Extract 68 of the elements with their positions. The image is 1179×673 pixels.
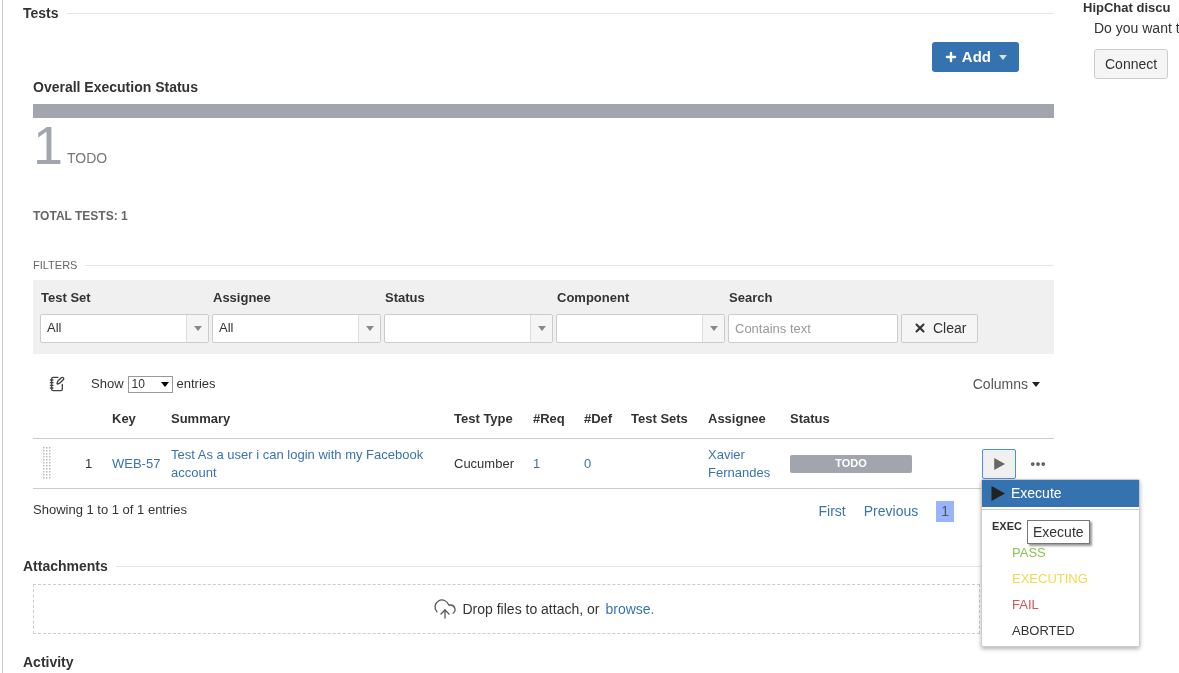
key-link[interactable]: WEB-57 xyxy=(112,454,171,473)
filter-label: Component xyxy=(557,288,631,307)
column-header: #Req xyxy=(533,409,566,428)
menu-item[interactable]: FAIL xyxy=(982,596,1139,614)
menu-header: EXEC xyxy=(992,519,1022,533)
activity-title: Activity xyxy=(23,653,75,672)
drop-zone[interactable]: Drop files to attach, or browse. xyxy=(33,584,980,634)
menu-item[interactable]: ABORTED xyxy=(982,622,1139,640)
column-header: Key xyxy=(112,409,137,428)
filter-label: Search xyxy=(729,288,774,307)
filters-title: FILTERS xyxy=(33,258,78,273)
cloud-upload-icon xyxy=(432,597,457,621)
table-cell-text: 1 xyxy=(84,454,94,473)
tooltip: Execute xyxy=(1027,520,1090,544)
column-header: Summary xyxy=(171,409,232,428)
play-icon xyxy=(990,486,1005,501)
sidebar-title: HipChat discu xyxy=(1083,0,1171,15)
count-label: TODO xyxy=(67,149,108,168)
page-link[interactable]: First xyxy=(818,501,846,522)
show-label: Show xyxy=(91,375,124,394)
status-badge: TODO xyxy=(790,454,912,473)
assignee-link[interactable]: Xavier Fernandes xyxy=(708,445,790,482)
column-header: #Def xyxy=(584,409,614,428)
add-button[interactable]: Add xyxy=(931,42,1019,72)
table-cell-text: Cucumber xyxy=(454,454,515,473)
plus-icon xyxy=(943,50,958,64)
table-info: Showing 1 to 1 of 1 entries xyxy=(33,501,187,519)
chart-title: Overall Execution Status xyxy=(33,78,199,97)
def-link[interactable]: 0 xyxy=(584,453,631,474)
caret-icon xyxy=(160,381,169,387)
column-header: Test Sets xyxy=(631,409,689,428)
summary-link[interactable]: Test As a user i can login with my Facebook account xyxy=(171,445,454,482)
close-icon xyxy=(913,321,927,335)
column-header: Assignee xyxy=(708,409,767,428)
section-title: Tests xyxy=(23,4,59,23)
drag-handle-icon[interactable] xyxy=(43,446,51,481)
caret-icon xyxy=(1032,381,1040,387)
caret-icon xyxy=(709,325,718,331)
sidebar-text: Do you want t xyxy=(1094,19,1179,38)
entries-label: entries xyxy=(176,375,216,394)
connect-button[interactable]: Connect xyxy=(1094,49,1169,79)
menu-item[interactable]: Execute xyxy=(982,480,1139,507)
caret-icon xyxy=(999,54,1007,60)
browse-link[interactable]: browse. xyxy=(605,598,655,620)
caret-icon xyxy=(537,325,546,331)
attachments-title: Attachments xyxy=(23,557,108,576)
req-link[interactable]: 1 xyxy=(533,453,584,474)
caret-icon xyxy=(193,325,202,331)
play-icon xyxy=(993,457,1005,470)
filter-select[interactable]: All xyxy=(212,313,381,343)
filter-label: Status xyxy=(385,288,426,307)
filter-label: Assignee xyxy=(213,288,272,307)
count: 1 xyxy=(33,120,64,171)
clear-button[interactable]: Clear xyxy=(901,313,979,343)
filter-label: Test Set xyxy=(41,288,92,307)
caret-icon xyxy=(365,325,374,331)
column-header: Test Type xyxy=(454,409,514,428)
filter-select[interactable]: All xyxy=(40,313,209,343)
search-field[interactable]: Contains text xyxy=(728,313,898,343)
page-link[interactable]: Previous xyxy=(863,501,919,522)
columns-button[interactable]: Columns xyxy=(972,373,1040,395)
column-header: Status xyxy=(790,409,831,428)
notepad-icon[interactable] xyxy=(49,376,65,392)
execute-button[interactable] xyxy=(982,448,1016,479)
page-size-select[interactable]: 10 xyxy=(127,375,173,393)
total-tests: TOTAL TESTS: 1 xyxy=(33,208,129,225)
drop-text: Drop files to attach, or xyxy=(462,599,600,619)
page-link[interactable]: 1 xyxy=(936,501,954,522)
